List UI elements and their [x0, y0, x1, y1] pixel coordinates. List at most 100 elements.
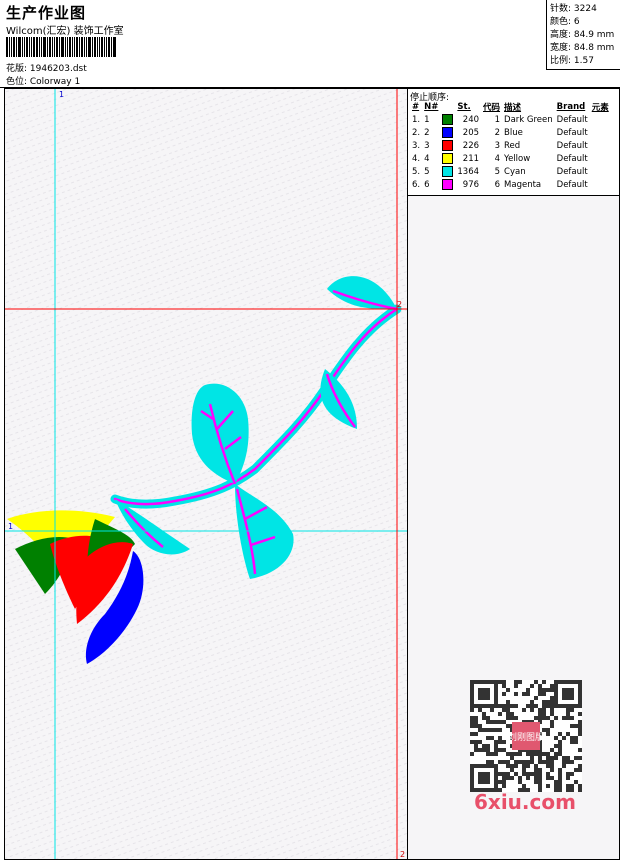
qr-module: [498, 760, 502, 764]
qr-module: [514, 684, 518, 688]
design-stats: 针数: 3224 颜色: 6 高度: 84.9 mm 宽度: 84.8 mm 比…: [546, 0, 620, 70]
qr-module: [506, 716, 510, 720]
qr-module: [502, 740, 506, 744]
qr-module: [546, 760, 550, 764]
qr-module: [506, 700, 510, 704]
barcode-bar: [54, 37, 55, 57]
row-brand: Default: [556, 153, 588, 164]
qr-module: [546, 752, 550, 756]
qr-module: [566, 784, 570, 788]
qr-module: [578, 724, 582, 728]
qr-module: [514, 692, 518, 696]
row-swatch: [440, 165, 455, 178]
qr-module: [482, 744, 486, 748]
qr-module: [490, 728, 494, 732]
company-name: Wilcom(汇宏) 装饰工作室: [6, 26, 124, 37]
qr-module: [570, 772, 574, 776]
qr-module: [550, 704, 554, 708]
color-row: 1. 1 240 1 Dark Green Default: [410, 113, 611, 126]
qr-module: [554, 752, 558, 756]
barcode-bar: [61, 37, 64, 57]
qr-module: [546, 764, 550, 768]
qr-module: [482, 716, 486, 720]
qr-module: [550, 688, 554, 692]
qr-module: [554, 716, 558, 720]
qr-module: [486, 728, 490, 732]
barcode-bar: [6, 37, 8, 57]
design-canvas: 1 2 1 2: [4, 88, 408, 860]
qr-module: [486, 752, 490, 756]
qr-module: [550, 760, 554, 764]
qr-module: [574, 736, 578, 740]
qr-module: [498, 748, 502, 752]
qr-module: [494, 752, 498, 756]
qr-module: [570, 716, 574, 720]
qr-module: [550, 756, 554, 760]
col-description: 描述: [504, 103, 522, 113]
qr-module: [558, 780, 562, 784]
row-description: Blue: [504, 127, 523, 138]
qr-module: [510, 768, 514, 772]
barcode-bar: [86, 37, 87, 57]
qr-module: [558, 752, 562, 756]
qr-module: [478, 708, 482, 712]
row-stitches: 976: [462, 179, 480, 190]
qr-module: [506, 760, 510, 764]
barcode-bar: [9, 37, 10, 57]
qr-module: [550, 712, 554, 716]
qr-module: [514, 752, 518, 756]
qr-module: [566, 732, 570, 736]
barcode-bar: [101, 37, 103, 57]
barcode-bar: [59, 37, 60, 57]
qr-module: [554, 736, 558, 740]
qr-module: [494, 740, 498, 744]
qr-module: [498, 728, 502, 732]
row-brand: Default: [556, 140, 588, 151]
qr-module: [522, 772, 526, 776]
qr-module: [474, 724, 478, 728]
row-brand: Default: [556, 127, 588, 138]
qr-module: [514, 704, 518, 708]
qr-module: [550, 768, 554, 772]
qr-module: [578, 764, 582, 768]
qr-module: [502, 776, 506, 780]
qr-module: [470, 752, 474, 756]
qr-module: [566, 776, 570, 780]
qr-module: [490, 752, 494, 756]
qr-finder-core: [562, 688, 574, 700]
row-code: 6: [494, 179, 501, 190]
qr-module: [574, 756, 578, 760]
qr-module: [506, 704, 510, 708]
qr-module: [546, 776, 550, 780]
qr-module: [554, 780, 558, 784]
qr-module: [538, 712, 542, 716]
qr-module: [558, 768, 562, 772]
qr-module: [566, 760, 570, 764]
color-row: 2. 2 205 2 Blue Default: [410, 126, 611, 139]
qr-module: [546, 756, 550, 760]
site-watermark: 6xiu.com: [474, 790, 576, 814]
col-index: #: [412, 102, 420, 112]
qr-module: [558, 740, 562, 744]
qr-module: [474, 716, 478, 720]
color-swatch: [442, 179, 454, 190]
qr-module: [566, 712, 570, 716]
qr-module: [542, 692, 546, 696]
qr-module: [470, 724, 474, 728]
qr-module: [522, 768, 526, 772]
qr-module: [506, 712, 510, 716]
design-file-label: 花版: 1946203.dst: [6, 64, 87, 74]
qr-module: [574, 768, 578, 772]
qr-module: [526, 760, 530, 764]
qr-module: [534, 716, 538, 720]
qr-module: [470, 708, 474, 712]
qr-module: [538, 708, 542, 712]
barcode-bar: [36, 37, 38, 57]
qr-module: [534, 752, 538, 756]
qr-module: [570, 736, 574, 740]
qr-module: [570, 784, 574, 788]
row-element: [590, 178, 611, 191]
qr-module: [490, 736, 494, 740]
barcode-bar: [52, 37, 53, 57]
qr-module: [550, 708, 554, 712]
